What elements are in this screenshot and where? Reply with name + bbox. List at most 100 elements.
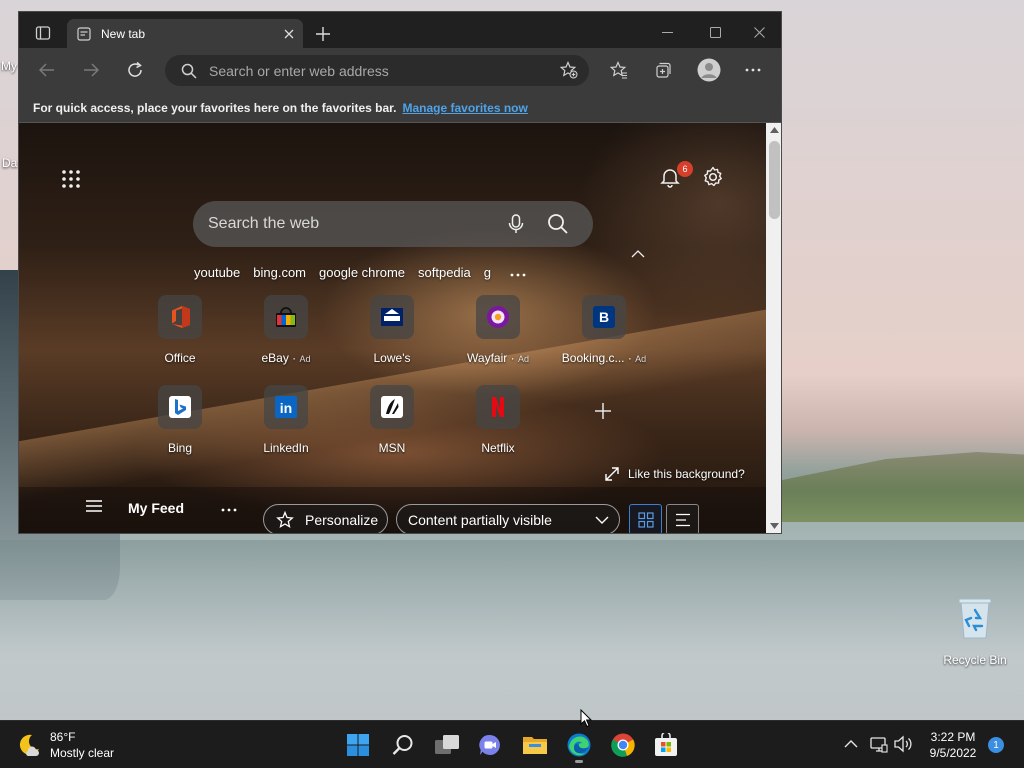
moon-icon — [19, 734, 39, 756]
quick-link-lowes[interactable]: Lowe's — [344, 295, 440, 365]
app-launcher-button[interactable] — [59, 167, 83, 191]
collapse-quick-links-button[interactable] — [631, 245, 651, 261]
plus-icon — [595, 403, 611, 419]
volume-icon — [894, 735, 912, 753]
maximize-button[interactable] — [703, 20, 727, 44]
tile-label: Bing — [167, 441, 193, 455]
scroll-up-arrow-icon[interactable] — [770, 127, 779, 133]
close-window-button[interactable] — [747, 20, 771, 44]
feed-title[interactable]: My Feed — [128, 500, 184, 516]
lowes-icon — [381, 308, 403, 326]
desktop-icon-label-my[interactable]: My — [1, 59, 17, 73]
like-background-link[interactable]: Like this background? — [605, 467, 745, 481]
scrollbar-thumb[interactable] — [769, 141, 780, 219]
quick-link-netflix[interactable]: Netflix — [450, 385, 546, 455]
address-bar[interactable] — [165, 55, 589, 86]
taskbar: 86°F Mostly clear 3:22 PM 9/5/2022 1 — [0, 720, 1024, 768]
manage-favorites-link[interactable]: Manage favorites now — [402, 101, 527, 115]
quick-link-bing[interactable]: Bing — [132, 385, 228, 455]
network-button[interactable] — [870, 735, 888, 753]
feed-more-button[interactable] — [221, 498, 243, 520]
personalize-button[interactable]: Personalize — [263, 504, 388, 533]
quick-link-linkedin[interactable]: in LinkedIn — [238, 385, 334, 455]
content-visibility-dropdown[interactable]: Content partially visible — [396, 504, 620, 533]
tab-close-button[interactable] — [277, 22, 301, 46]
voice-search-button[interactable] — [503, 211, 529, 237]
recent-search-item[interactable]: google chrome — [319, 265, 405, 280]
add-site-button[interactable] — [591, 399, 615, 423]
page-settings-button[interactable] — [701, 165, 727, 191]
network-icon — [870, 737, 888, 753]
recent-search-item[interactable]: g — [484, 265, 491, 280]
new-tab-page: 6 youtube bing — [19, 123, 766, 533]
back-button[interactable] — [33, 56, 61, 84]
recent-search-item[interactable]: bing.com — [253, 265, 306, 280]
quick-link-office[interactable]: Office — [132, 295, 228, 365]
notification-center-badge[interactable]: 1 — [988, 737, 1004, 753]
recycle-bin-label: Recycle Bin — [943, 653, 1007, 667]
recent-search-item[interactable]: softpedia — [418, 265, 471, 280]
tab-new-tab[interactable]: New tab — [67, 19, 303, 48]
content-visibility-value: Content partially visible — [408, 511, 552, 528]
refresh-button[interactable] — [121, 56, 149, 84]
feed-menu-button[interactable] — [85, 499, 105, 519]
task-view-button[interactable] — [427, 729, 467, 761]
address-input[interactable] — [209, 62, 539, 79]
hamburger-icon — [86, 500, 102, 512]
recent-searches-more-button[interactable] — [510, 265, 526, 280]
teams-chat-button[interactable] — [470, 729, 510, 761]
chrome-icon — [611, 733, 635, 757]
show-hidden-icons-button[interactable] — [842, 735, 860, 753]
chrome-taskbar-button[interactable] — [603, 729, 643, 761]
ad-label: Ad — [517, 354, 529, 364]
arrow-right-icon — [84, 63, 99, 77]
taskbar-search-button[interactable] — [383, 729, 423, 761]
title-bar: New tab — [19, 12, 781, 48]
svg-text:in: in — [280, 400, 292, 416]
web-search-input[interactable] — [208, 215, 488, 233]
new-tab-button[interactable] — [309, 20, 337, 48]
search-submit-button[interactable] — [545, 211, 571, 237]
avatar-icon — [697, 58, 721, 82]
like-background-text: Like this background? — [628, 467, 745, 481]
tab-actions-button[interactable] — [25, 18, 61, 48]
favorites-button[interactable] — [605, 56, 633, 84]
recent-search-item[interactable]: youtube — [194, 265, 240, 280]
list-layout-button[interactable] — [666, 504, 699, 533]
desktop-icon-label-da[interactable]: Da — [2, 156, 17, 170]
forward-button[interactable] — [77, 56, 105, 84]
office-icon — [172, 306, 190, 328]
plus-icon — [316, 27, 330, 41]
minimize-button[interactable] — [655, 20, 679, 44]
tile-label: Lowe's — [373, 351, 411, 365]
grid-layout-button[interactable] — [629, 504, 662, 533]
profile-button[interactable] — [695, 56, 723, 84]
personalize-label: Personalize — [305, 511, 379, 528]
web-search-box[interactable] — [193, 201, 593, 247]
weather-widget[interactable]: 86°F Mostly clear — [16, 729, 114, 761]
scroll-down-arrow-icon[interactable] — [770, 523, 779, 529]
file-explorer-button[interactable] — [515, 729, 555, 761]
start-button[interactable] — [338, 729, 378, 761]
quick-link-booking[interactable]: B Booking.c... · Ad — [556, 295, 652, 365]
page-scrollbar[interactable] — [766, 123, 781, 533]
quick-link-ebay[interactable]: eBay · Ad — [238, 295, 334, 365]
quick-link-msn[interactable]: MSN — [344, 385, 440, 455]
favorites-bar-message: For quick access, place your favorites h… — [33, 100, 397, 115]
tile-label: Booking.c... — [561, 351, 625, 365]
tile-label: LinkedIn — [263, 441, 309, 455]
edge-taskbar-button[interactable] — [559, 729, 599, 763]
settings-and-more-button[interactable] — [739, 56, 767, 84]
search-icon — [548, 214, 568, 234]
quick-link-wayfair[interactable]: Wayfair · Ad — [450, 295, 546, 365]
add-favorite-button[interactable] — [555, 56, 583, 84]
clock[interactable]: 3:22 PM 9/5/2022 — [922, 729, 984, 761]
list-icon — [675, 513, 690, 526]
microsoft-store-button[interactable] — [646, 729, 686, 761]
volume-button[interactable] — [893, 735, 913, 753]
ad-label: Ad — [635, 354, 647, 364]
collections-button[interactable] — [649, 56, 677, 84]
recycle-bin[interactable]: Recycle Bin — [942, 596, 1008, 669]
recycle-bin-icon — [958, 598, 992, 639]
search-icon — [181, 63, 197, 79]
